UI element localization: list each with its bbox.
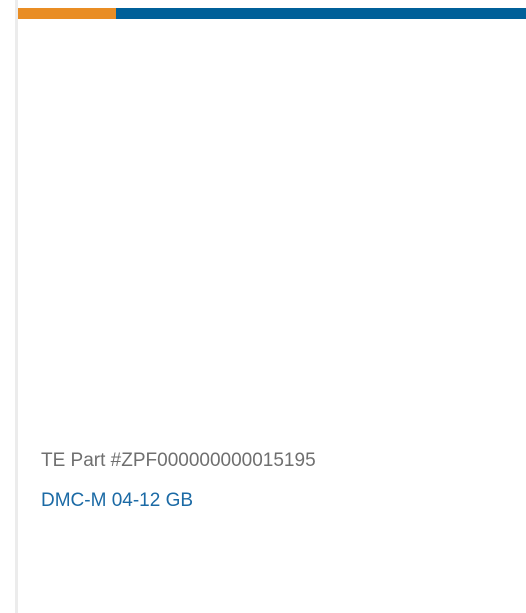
product-name-link[interactable]: DMC-M 04-12 GB — [41, 489, 193, 513]
product-card-page: TE Part #ZPF000000000015195 DMC-M 04-12 … — [0, 0, 526, 613]
card-accent-bar — [18, 8, 526, 19]
left-rail — [0, 0, 18, 613]
part-number: TE Part #ZPF000000000015195 — [41, 450, 316, 471]
product-image[interactable] — [18, 19, 526, 424]
accent-blue-segment — [116, 8, 526, 19]
product-card[interactable]: TE Part #ZPF000000000015195 DMC-M 04-12 … — [18, 0, 526, 613]
accent-orange-segment — [18, 8, 116, 19]
